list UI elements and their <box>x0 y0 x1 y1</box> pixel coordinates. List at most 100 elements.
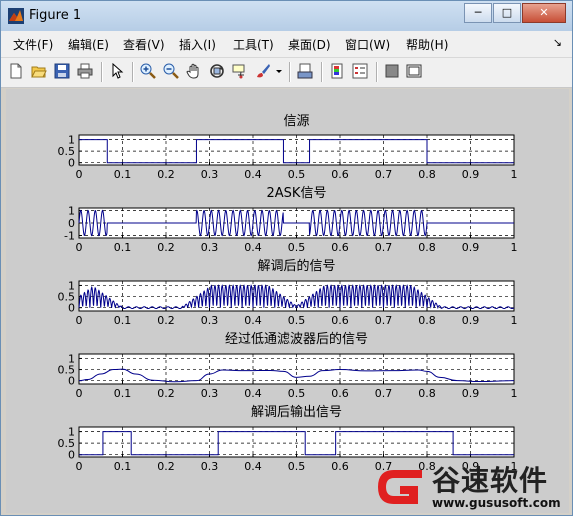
x-tick-label: 0.6 <box>331 387 349 400</box>
x-tick-label: 0.4 <box>244 168 262 181</box>
x-tick-label: 0.5 <box>288 168 306 181</box>
x-tick-label: 0.3 <box>201 460 219 473</box>
subplot-4: 经过低通滤波器后的信号 0 0.1 0.2 0.3 0.4 0.5 0.6 0.7 0.8 0.9 1… <box>58 331 518 400</box>
menu-help[interactable]: 帮助(H) <box>406 36 448 53</box>
x-tick-label: 0.6 <box>331 314 349 327</box>
x-tick-label: 0.2 <box>157 241 175 254</box>
x-tick-label: 0.8 <box>418 241 436 254</box>
hide-plot-tools-icon[interactable] <box>384 63 400 79</box>
window-title: Figure 1 <box>29 8 82 23</box>
y-tick-label: 1 <box>68 205 75 218</box>
x-tick-label: 0.4 <box>244 314 262 327</box>
x-tick-label: 0 <box>76 168 83 181</box>
x-tick-label: 0.1 <box>114 460 132 473</box>
subplot-title: 解调后的信号 <box>257 258 335 274</box>
x-tick-label: 0 <box>76 241 83 254</box>
pan-hand-icon[interactable] <box>186 63 202 79</box>
subplot-title: 2ASK信号 <box>267 186 327 201</box>
x-tick-label: 0.9 <box>462 168 480 181</box>
x-tick-label: 0.8 <box>418 387 436 400</box>
menu-window[interactable]: 窗口(W) <box>345 36 390 53</box>
x-tick-label: 0.3 <box>201 168 219 181</box>
rotate-3d-icon[interactable] <box>209 63 225 79</box>
x-tick-label: 1 <box>511 241 518 254</box>
zoom-out-icon[interactable] <box>163 63 179 79</box>
gusu-logo-icon <box>378 470 422 504</box>
x-tick-label: 0.4 <box>244 241 262 254</box>
brush-dropdown-icon[interactable] <box>275 63 283 79</box>
figure-window: Figure 1 ─ □ ✕ 文件(F) 编辑(E) 查看(V) 插入(I) 工… <box>0 0 573 516</box>
x-tick-label: 0.5 <box>288 314 306 327</box>
x-tick-label: 0.6 <box>331 241 349 254</box>
x-tick-label: 0.3 <box>201 314 219 327</box>
menu-bar: 文件(F) 编辑(E) 查看(V) 插入(I) 工具(T) 桌面(D) 窗口(W… <box>1 31 572 58</box>
colorbar-icon[interactable] <box>329 63 345 79</box>
x-tick-label: 0.5 <box>288 241 306 254</box>
x-tick-label: 0.2 <box>157 460 175 473</box>
print-icon[interactable] <box>77 63 93 79</box>
toolbar-separator <box>376 62 378 82</box>
menu-file[interactable]: 文件(F) <box>13 36 53 53</box>
toolbar-separator <box>289 62 291 82</box>
y-tick-label: 0 <box>68 217 75 230</box>
menubar-overflow-icon[interactable]: ↘ <box>553 36 562 49</box>
brush-icon[interactable] <box>255 63 271 79</box>
subplot-1: 信源0 0.1 0.2 0.3 0.4 0.5 0.6 0.7 0.8 0.9 110.50 <box>58 114 518 181</box>
x-tick-label: 0.1 <box>114 168 132 181</box>
x-tick-label: 0.8 <box>418 314 436 327</box>
menu-insert[interactable]: 插入(I) <box>179 36 216 53</box>
x-tick-label: 0.7 <box>375 241 393 254</box>
subplot-title: 信源 <box>283 114 309 129</box>
toolbar-separator <box>132 62 134 82</box>
legend-icon[interactable] <box>352 63 368 79</box>
zoom-in-icon[interactable] <box>140 63 156 79</box>
x-tick-label: 0 <box>76 460 83 473</box>
select-arrow-icon[interactable] <box>109 63 125 79</box>
x-tick-label: 0.7 <box>375 168 393 181</box>
x-tick-label: 0.1 <box>114 241 132 254</box>
close-button[interactable]: ✕ <box>522 3 566 23</box>
x-tick-label: 0.7 <box>375 314 393 327</box>
x-tick-label: 0.6 <box>331 168 349 181</box>
x-tick-label: 0.2 <box>157 387 175 400</box>
figure-canvas: 信源 0 0.1 0.2 0.3 0.4 0.5 0.6 0.7 0.8 0.9 1 1 0.5 0 2ASK… <box>6 89 569 513</box>
menu-edit[interactable]: 编辑(E) <box>68 36 109 53</box>
x-tick-label: 1 <box>511 168 518 181</box>
matlab-app-icon <box>8 8 24 24</box>
new-figure-icon[interactable] <box>8 63 24 79</box>
link-plot-icon[interactable] <box>297 63 313 79</box>
title-bar: Figure 1 ─ □ ✕ <box>1 1 572 31</box>
maximize-button[interactable]: □ <box>493 3 521 23</box>
x-tick-label: 0.9 <box>462 387 480 400</box>
y-tick-label: 0 <box>68 375 75 388</box>
x-tick-label: 0.5 <box>288 460 306 473</box>
menu-view[interactable]: 查看(V) <box>123 36 165 53</box>
x-tick-label: 0.8 <box>418 168 436 181</box>
open-file-icon[interactable] <box>31 63 47 79</box>
y-tick-label: 0 <box>68 449 75 462</box>
x-tick-label: 0.4 <box>244 460 262 473</box>
subplot-title: 解调后输出信号 <box>251 404 342 420</box>
subplots-area: 信源 0 0.1 0.2 0.3 0.4 0.5 0.6 0.7 0.8 0.9 1 1 0.5 0 2ASK… <box>58 114 518 473</box>
toolbar-separator <box>321 62 323 82</box>
x-tick-label: 0.9 <box>462 241 480 254</box>
x-tick-label: 1 <box>511 387 518 400</box>
menu-tools[interactable]: 工具(T) <box>233 36 274 53</box>
y-tick-label: 0 <box>68 302 75 315</box>
x-tick-label: 0 <box>76 314 83 327</box>
subplot-title: 经过低通滤波器后的信号 <box>225 331 368 347</box>
x-tick-label: 0 <box>76 387 83 400</box>
x-tick-label: 0.5 <box>288 387 306 400</box>
x-tick-label: 0.3 <box>201 241 219 254</box>
save-icon[interactable] <box>54 63 70 79</box>
toolbar-separator <box>101 62 103 82</box>
minimize-button[interactable]: ─ <box>464 3 492 23</box>
x-tick-label: 0.7 <box>375 387 393 400</box>
subplot-2: 2ASK信号0 0.1 0.2 0.3 0.4 0.5 0.6 0.7 0.8 0.9 110-1 <box>64 186 517 254</box>
show-plot-tools-icon[interactable] <box>406 63 422 79</box>
x-tick-label: 0.3 <box>201 387 219 400</box>
watermark-brand: 谷速软件 <box>432 464 549 497</box>
data-cursor-icon[interactable] <box>232 63 248 79</box>
menu-desktop[interactable]: 桌面(D) <box>288 36 331 53</box>
x-tick-label: 1 <box>511 314 518 327</box>
